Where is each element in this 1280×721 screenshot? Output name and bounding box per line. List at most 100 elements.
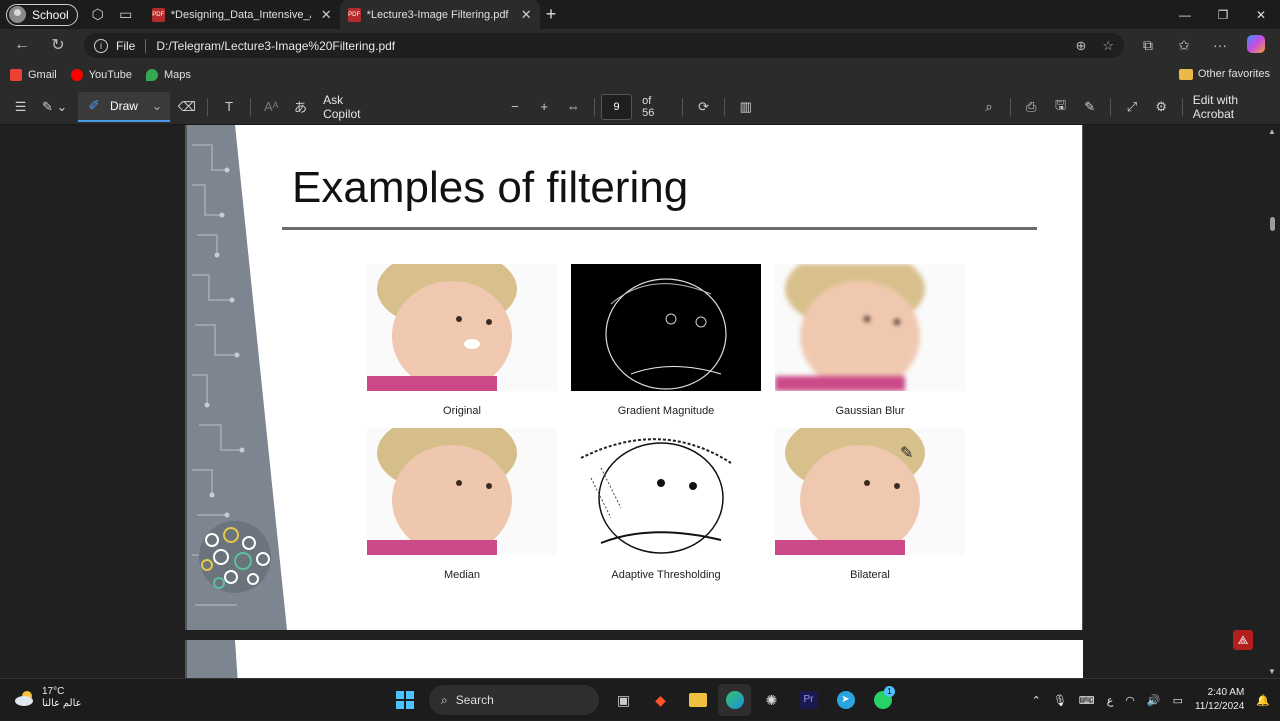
address-bar[interactable]: i File D:/Telegram/Lecture3-Image%20Filt… (84, 33, 1124, 58)
photo-gaussian (775, 264, 965, 391)
image-caption: Adaptive Thresholding (611, 569, 721, 581)
image-caption: Median (443, 569, 481, 581)
save-icon[interactable]: 🖫 (1046, 89, 1075, 125)
file-explorer-icon[interactable] (681, 684, 714, 716)
divider (724, 97, 726, 116)
url-text[interactable]: D:/Telegram/Lecture3-Image%20Filtering.p… (156, 39, 395, 53)
image-card-gradient: Gradient Magnitude (571, 264, 761, 417)
windows-taskbar: 17°C عالم عالنا ⌕ Search ▣ ◆ ✺ Pr ➤ 1 ⌃ … (0, 678, 1280, 720)
notifications-icon[interactable]: 🔔 (1256, 694, 1270, 707)
close-window-icon[interactable]: ✕ (1242, 0, 1280, 29)
circuit-sidebar-art (187, 125, 287, 630)
image-card-adaptive: Adaptive Thresholding (571, 428, 761, 581)
photo-original (367, 264, 557, 391)
volume-icon[interactable]: 🔊 (1147, 694, 1161, 707)
fullscreen-icon[interactable]: ⤢ (1117, 89, 1146, 125)
divider (207, 97, 209, 116)
info-icon[interactable]: i (94, 38, 108, 53)
edit-with-acrobat-button[interactable]: Edit with Acrobat (1193, 93, 1280, 121)
chevron-down-icon[interactable]: ⌄ (152, 99, 162, 113)
bookmark-gmail[interactable]: Gmail (10, 69, 57, 81)
minimize-icon[interactable]: — (1166, 0, 1204, 29)
bookmark-youtube[interactable]: YouTube (70, 69, 132, 81)
chatgpt-icon[interactable]: ✺ (755, 684, 788, 716)
rotate-icon[interactable]: ⟳ (689, 89, 718, 125)
text-box-icon[interactable]: T (214, 89, 243, 125)
zoom-out-icon[interactable]: − (500, 89, 529, 125)
extensions-icon[interactable]: ⧉ (1130, 37, 1166, 54)
battery-icon[interactable]: ▭ (1173, 694, 1183, 707)
weather-text: عالم عالنا (42, 698, 82, 709)
eraser-icon[interactable]: ⌫ (172, 89, 201, 125)
page-view-icon[interactable]: ▥ (731, 89, 760, 125)
bookmark-maps[interactable]: Maps (145, 69, 191, 81)
scrollbar-thumb[interactable] (1270, 217, 1275, 231)
close-tab-icon[interactable]: ✕ (321, 7, 332, 23)
page-total: of 56 (642, 94, 655, 119)
more-icon[interactable]: ··· (1202, 37, 1238, 53)
highlight-icon[interactable]: ✎ ⌄ (35, 89, 74, 125)
pdf-viewer[interactable]: Examples of filtering Original Gradient … (0, 125, 1280, 678)
new-tab-button[interactable]: + (546, 4, 557, 25)
microphone-icon[interactable]: 🎙 (1053, 694, 1067, 707)
telegram-icon[interactable]: ➤ (829, 684, 862, 716)
profile-button[interactable]: School (6, 3, 78, 26)
taskbar-search[interactable]: ⌕ Search (429, 685, 599, 715)
fit-page-icon[interactable]: ⇔ (559, 89, 588, 125)
brave-icon[interactable]: ◆ (644, 684, 677, 716)
restore-icon[interactable]: ❐ (1204, 0, 1242, 29)
ask-copilot-button[interactable]: Ask Copilot (323, 93, 382, 121)
image-card-original: Original (367, 264, 557, 417)
child-photo (367, 264, 517, 391)
favorites-icon[interactable]: ✩ (1166, 37, 1202, 54)
circuit-sidebar-art (187, 640, 238, 678)
scroll-up-icon[interactable]: ▲ (1268, 127, 1276, 136)
task-view-icon[interactable]: ▣ (607, 684, 640, 716)
copilot-icon[interactable] (1238, 34, 1274, 56)
bookmark-label: YouTube (88, 69, 132, 81)
tab-actions-icon[interactable]: ▭ (112, 1, 140, 29)
image-card-gaussian: Gaussian Blur (775, 264, 965, 417)
save-as-icon[interactable]: ✎ (1075, 89, 1104, 125)
scroll-down-icon[interactable]: ▼ (1268, 667, 1276, 676)
workspaces-icon[interactable]: ⬡ (84, 1, 112, 29)
settings-gear-icon[interactable]: ⚙ (1147, 89, 1176, 125)
close-tab-icon[interactable]: ✕ (521, 7, 532, 23)
zoom-icon[interactable]: ⊕ (1075, 38, 1086, 54)
pen-cursor-icon: ✎ (900, 445, 914, 462)
whatsapp-icon[interactable]: 1 (866, 684, 899, 716)
pdf-icon: PDF (151, 7, 165, 22)
chevron-up-icon[interactable]: ⌃ (1032, 694, 1041, 707)
clock[interactable]: 2:40 AM 11/12/2024 (1195, 686, 1244, 714)
zoom-in-icon[interactable]: + (530, 89, 559, 125)
image-card-bilateral: Bilateral (775, 428, 965, 581)
draw-button[interactable]: ✐ Draw ⌄ (78, 91, 171, 122)
weather-widget[interactable]: 17°C عالم عالنا (14, 686, 82, 710)
page-number-input[interactable]: 9 (600, 93, 633, 120)
edge-icon[interactable] (718, 684, 751, 716)
back-icon[interactable]: ← (4, 29, 40, 61)
wifi-icon[interactable]: ◠ (1125, 694, 1135, 707)
notification-badge: 1 (884, 686, 895, 697)
edge-photo (605, 278, 727, 390)
favorite-star-icon[interactable]: ☆ (1102, 38, 1114, 54)
tab-lecture3[interactable]: PDF *Lecture3-Image Filtering.pdf ✕ (339, 0, 540, 29)
image-card-median: Median (367, 428, 557, 581)
vertical-scrollbar[interactable]: ▲ ▼ (1264, 125, 1280, 678)
other-favorites-label: Other favorites (1197, 68, 1270, 80)
language-indicator[interactable]: ع (1107, 694, 1114, 707)
keyboard-icon[interactable]: ⌨ (1079, 694, 1095, 707)
image-caption: Original (443, 405, 481, 417)
refresh-icon[interactable]: ↻ (40, 29, 76, 61)
find-icon[interactable]: ⌕ (974, 89, 1003, 125)
print-icon[interactable]: ⎙ (1017, 89, 1046, 125)
translate-icon[interactable]: あ (286, 89, 315, 125)
premiere-icon[interactable]: Pr (792, 684, 825, 716)
contents-icon[interactable]: ☰ (6, 89, 35, 125)
tab-designing-data[interactable]: PDF *Designing_Data_Intensive_Applic ✕ (144, 0, 340, 29)
read-aloud-icon[interactable]: Aᴬ (257, 89, 286, 125)
windows-start-icon[interactable] (388, 684, 421, 716)
other-favorites[interactable]: Other favorites (1178, 68, 1270, 80)
acrobat-icon[interactable]: ⟁ (1233, 630, 1253, 650)
threshold-photo (580, 438, 732, 554)
